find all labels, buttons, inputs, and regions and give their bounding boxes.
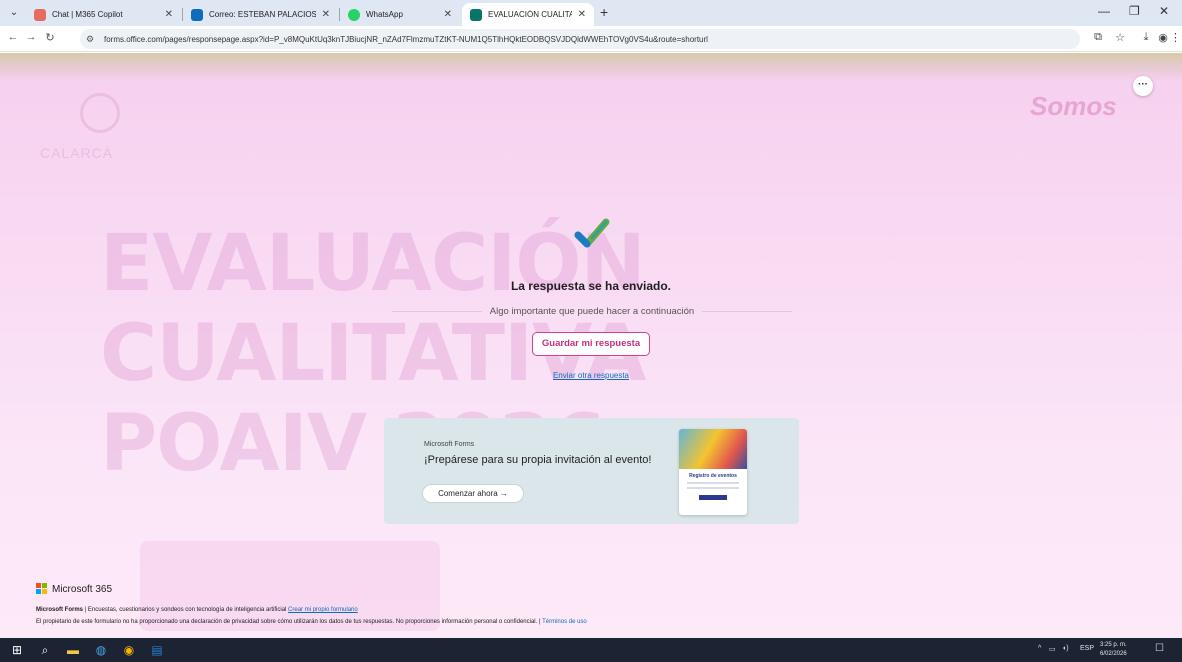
promo-brand: Microsoft Forms xyxy=(424,441,475,448)
promo-title: ¡Prepárese para su propia invitación al … xyxy=(424,454,652,466)
bookmark-star-icon[interactable]: ☆ xyxy=(1112,31,1128,44)
promo-card: Microsoft Forms ¡Prepárese para su propi… xyxy=(384,418,799,524)
address-bar[interactable]: ⚙ forms.office.com/pages/responsepage.as… xyxy=(80,29,1080,49)
form-page: CALARCÁ Somos EVALUACIÓN CUALITATIVA POA… xyxy=(0,53,1182,638)
system-clock[interactable]: 3:25 p. m. 6/02/2026 xyxy=(1100,641,1127,659)
privacy-notice: El propietario de este formulario no ha … xyxy=(36,619,543,625)
clock-time: 3:25 p. m. xyxy=(1100,642,1127,648)
minimize-icon[interactable]: — xyxy=(1098,4,1110,18)
footer-line-2: El propietario de este formulario no ha … xyxy=(36,619,587,625)
tab-forms-active[interactable]: EVALUACIÓN CUALITATIVA FIN ✕ xyxy=(462,3,594,26)
back-icon[interactable]: ← xyxy=(6,31,20,43)
illustration-button xyxy=(699,495,727,500)
microsoft-365-label: Microsoft 365 xyxy=(52,583,113,595)
word-icon[interactable]: ▤ xyxy=(149,642,165,658)
edge-icon[interactable]: ◍ xyxy=(93,642,109,658)
next-steps-divider: Algo importante que puede hacer a contin… xyxy=(392,304,792,318)
divider-line xyxy=(392,310,482,312)
new-tab-button[interactable]: + xyxy=(600,4,608,20)
close-icon[interactable]: ✕ xyxy=(578,9,586,20)
windows-taskbar: ⊞ ⌕ ▬ ◍ ◉ ▤ ^ ▭ ◖) ESP 3:25 p. m. 6/02/2… xyxy=(0,638,1182,662)
more-options-button[interactable]: ··· xyxy=(1133,76,1153,96)
browser-tab-strip: ⌄ Chat | M365 Copilot ✕ Correo: ESTEBAN … xyxy=(0,0,1182,26)
illustration-title: Registro de eventos xyxy=(689,473,737,479)
url-text: forms.office.com/pages/responsepage.aspx… xyxy=(104,34,708,44)
profile-icon[interactable]: ◉ xyxy=(1155,31,1171,44)
copilot-icon xyxy=(34,8,46,21)
forward-icon[interactable]: → xyxy=(24,31,38,43)
network-icon[interactable]: ▭ xyxy=(1049,645,1056,653)
chrome-icon[interactable]: ◉ xyxy=(121,642,137,658)
search-icon[interactable]: ⌕ xyxy=(37,642,53,658)
submit-another-link: Enviar otra respuesta xyxy=(0,371,1182,380)
footer-line-1: Microsoft Forms | Encuestas, cuestionari… xyxy=(36,607,358,613)
tab-whatsapp[interactable]: WhatsApp ✕ xyxy=(340,3,460,26)
notifications-icon[interactable]: ☐ xyxy=(1155,643,1164,654)
kebab-menu-icon[interactable]: ⋮ xyxy=(1170,31,1181,44)
language-indicator[interactable]: ESP xyxy=(1080,645,1094,652)
terms-of-use-link[interactable]: Términos de uso xyxy=(542,619,587,625)
tab-title: WhatsApp xyxy=(366,10,403,19)
divider-line xyxy=(702,310,792,312)
event-registration-illustration: Registro de eventos xyxy=(679,429,747,515)
start-now-label: Comenzar ahora xyxy=(438,489,498,498)
volume-icon[interactable]: ◖) xyxy=(1062,645,1069,652)
clock-date: 6/02/2026 xyxy=(1100,651,1127,657)
whatsapp-icon xyxy=(348,8,360,21)
success-check-icon xyxy=(574,218,610,248)
response-sent-title: La respuesta se ha enviado. xyxy=(510,279,672,293)
forms-icon xyxy=(470,8,482,21)
tab-copilot[interactable]: Chat | M365 Copilot ✕ xyxy=(26,3,183,26)
show-hidden-icons[interactable]: ^ xyxy=(1038,645,1041,652)
tab-outlook[interactable]: Correo: ESTEBAN PALACIOS BE ✕ xyxy=(183,3,340,26)
close-window-icon[interactable]: ✕ xyxy=(1159,4,1169,18)
start-now-button[interactable]: Comenzar ahora → xyxy=(422,484,524,503)
reload-icon[interactable]: ↻ xyxy=(43,31,57,44)
background-banner xyxy=(140,541,440,631)
windows-start-icon[interactable]: ⊞ xyxy=(9,642,25,658)
file-explorer-icon[interactable]: ▬ xyxy=(65,642,81,658)
microsoft-365-branding: Microsoft 365 xyxy=(36,583,112,595)
translate-icon[interactable]: ⧉ xyxy=(1090,31,1106,44)
footer-brand: Microsoft Forms xyxy=(36,607,84,613)
microsoft-logo-icon xyxy=(36,583,48,595)
illustration-art xyxy=(679,429,747,469)
footer-description: | Encuestas, cuestionarios y sondeos con… xyxy=(83,607,289,613)
paper-texture xyxy=(0,53,1182,81)
tab-title: Correo: ESTEBAN PALACIOS BE xyxy=(209,10,316,19)
background-somos-logo: Somos xyxy=(1030,91,1117,121)
background-logo xyxy=(80,93,120,133)
site-info-icon[interactable]: ⚙ xyxy=(86,34,100,45)
browser-toolbar: ← → ↻ ⚙ forms.office.com/pages/responsep… xyxy=(0,26,1182,52)
download-icon[interactable]: ⤓ xyxy=(1138,31,1154,44)
arrow-right-icon: → xyxy=(499,489,508,498)
close-icon[interactable]: ✕ xyxy=(322,9,330,20)
tab-search-icon[interactable]: ⌄ xyxy=(6,5,22,21)
tab-title: Chat | M365 Copilot xyxy=(52,10,123,19)
restore-icon[interactable]: ❐ xyxy=(1129,4,1140,18)
illustration-line xyxy=(687,487,739,489)
background-logo-text: CALARCÁ xyxy=(40,145,114,161)
next-steps-text: Algo importante que puede hacer a contin… xyxy=(489,305,695,317)
save-response-button[interactable]: Guardar mi respuesta xyxy=(532,332,650,356)
outlook-icon xyxy=(191,8,203,21)
create-form-link[interactable]: Crear mi propio formulario xyxy=(288,607,358,613)
illustration-line xyxy=(687,482,739,484)
submit-another-link-text[interactable]: Enviar otra respuesta xyxy=(553,371,629,380)
close-icon[interactable]: ✕ xyxy=(444,9,452,20)
tab-title: EVALUACIÓN CUALITATIVA FIN xyxy=(488,10,572,19)
close-icon[interactable]: ✕ xyxy=(165,9,173,20)
